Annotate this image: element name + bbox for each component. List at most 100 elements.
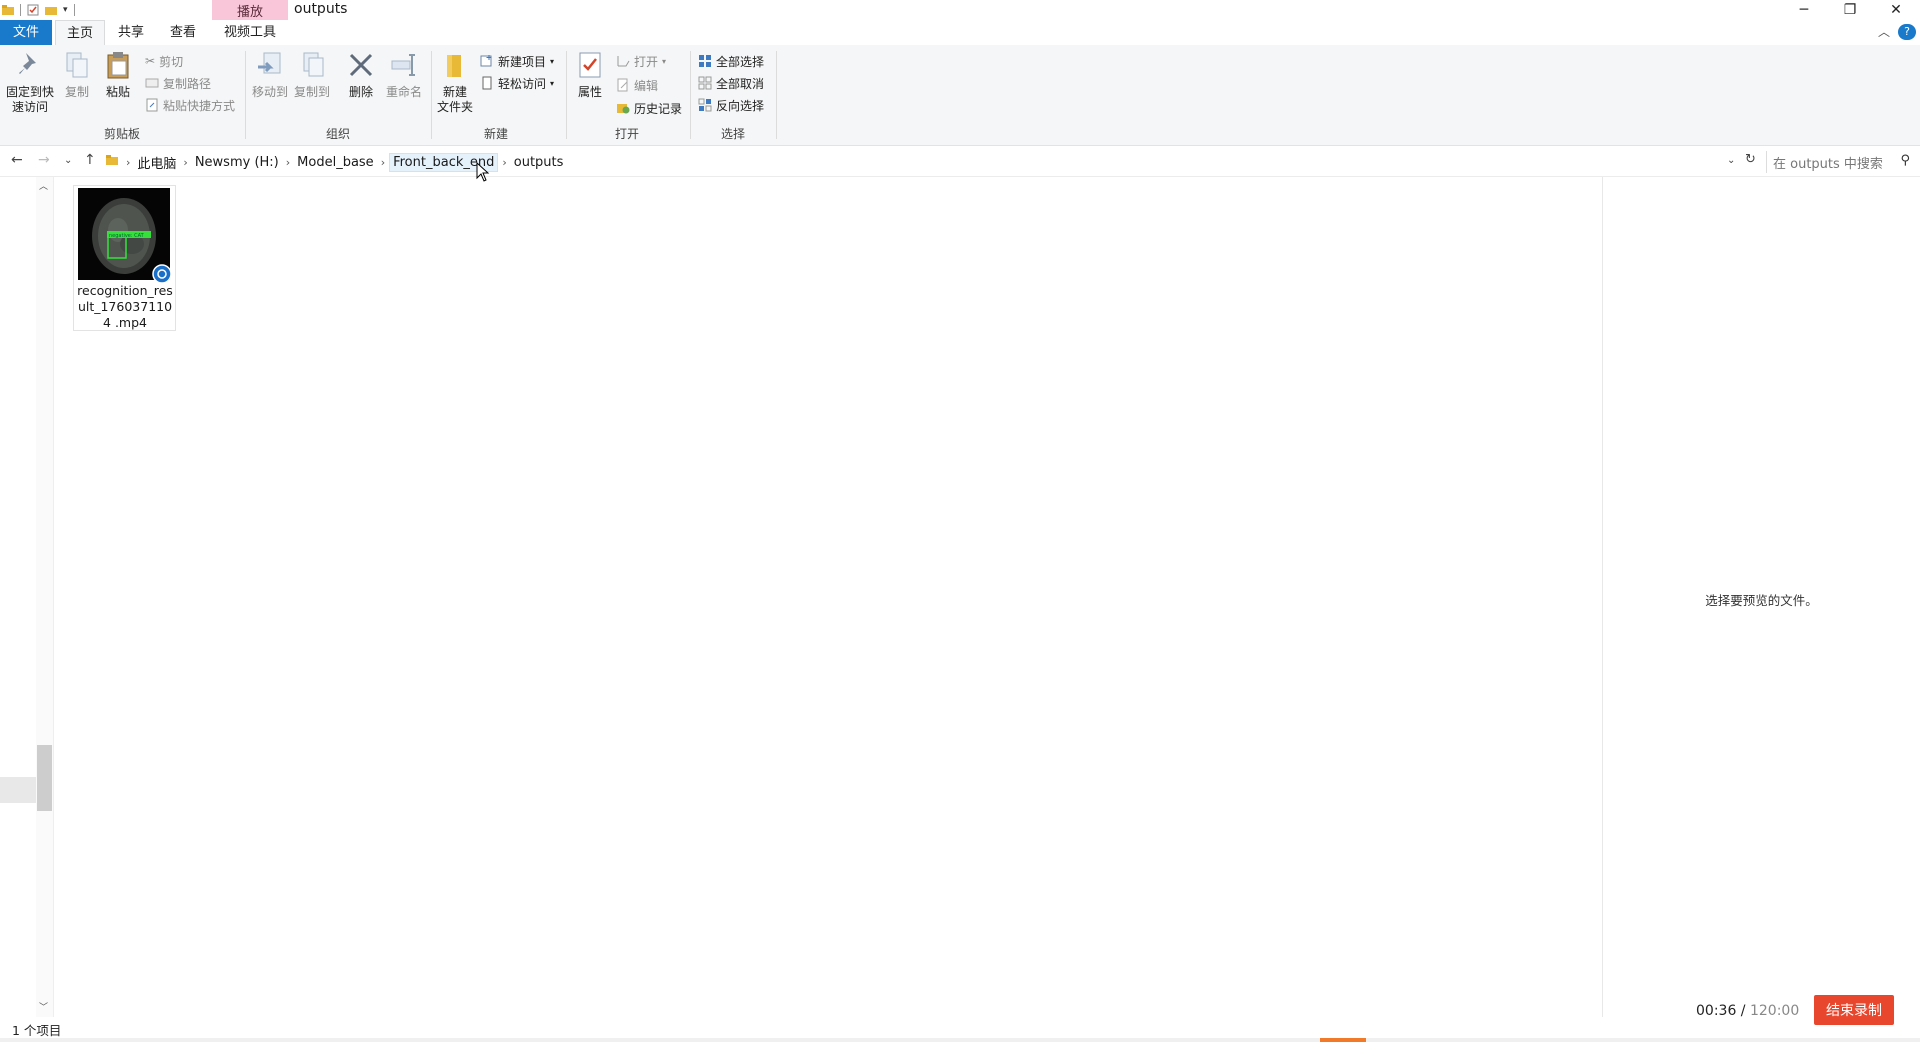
breadcrumb-separator[interactable]: ›: [502, 156, 506, 169]
forward-arrow-icon[interactable]: →: [38, 152, 50, 168]
move-to-button[interactable]: 移动到: [250, 49, 290, 100]
recent-locations-icon[interactable]: ⌄: [64, 155, 72, 166]
paste-icon: [107, 52, 129, 79]
invert-selection-label: 反向选择: [716, 98, 765, 113]
easy-access-label: 轻松访问: [498, 76, 547, 91]
move-to-label: 移动到: [251, 85, 288, 99]
invert-selection-icon: [698, 98, 712, 112]
address-dropdown-icon[interactable]: ⌄: [1727, 155, 1735, 166]
properties-icon[interactable]: [27, 4, 39, 16]
breadcrumb: › 此电脑 › Newsmy (H:) › Model_base › Front…: [122, 152, 566, 172]
paste-label: 粘贴: [105, 85, 130, 99]
ribbon: 固定到快 速访问 复制 粘贴 ✂ 剪切 复制路径 粘贴快捷方式 剪贴板 移动到 …: [0, 45, 1920, 146]
select-all-button[interactable]: 全部选择: [698, 51, 764, 71]
up-arrow-icon[interactable]: ↑: [84, 152, 96, 168]
move-to-icon: [258, 52, 281, 74]
nav-pane-highlight: [0, 777, 36, 803]
stop-recording-button[interactable]: 结束录制: [1814, 995, 1894, 1025]
refresh-icon[interactable]: ↻: [1745, 152, 1756, 167]
rename-button[interactable]: 重命名: [384, 49, 424, 100]
dropdown-icon: ▾: [662, 56, 667, 66]
edit-button[interactable]: 编辑: [616, 75, 658, 95]
dropdown-icon: ▾: [550, 78, 555, 88]
scissors-icon: ✂: [145, 54, 156, 68]
copy-to-label: 复制到: [293, 85, 330, 99]
copy-to-button[interactable]: 复制到: [292, 49, 332, 100]
open-group-label: 打开: [614, 127, 639, 141]
collapse-ribbon-icon[interactable]: ︿: [1874, 20, 1894, 45]
taskbar-edge: [0, 1038, 1920, 1042]
tab-share[interactable]: 共享: [108, 20, 154, 45]
paste-shortcut-button[interactable]: 粘贴快捷方式: [145, 95, 235, 115]
delete-button[interactable]: 删除: [344, 49, 378, 100]
window-title: outputs: [294, 1, 348, 17]
new-group-label: 新建: [483, 127, 508, 141]
edit-label: 编辑: [634, 78, 659, 93]
scrollbar-thumb[interactable]: [37, 745, 52, 811]
breadcrumb-model-base[interactable]: Model_base: [294, 154, 377, 171]
minimize-button[interactable]: ─: [1781, 0, 1827, 20]
easy-access-button[interactable]: 轻松访问 ▾: [480, 73, 554, 93]
select-all-label: 全部选择: [716, 54, 765, 69]
qat-dropdown-icon[interactable]: ▾: [63, 5, 68, 15]
search-box[interactable]: 在 outputs 中搜索 ⚲: [1766, 151, 1916, 173]
new-item-icon: [480, 55, 492, 67]
pin-quick-access-button[interactable]: 固定到快 速访问: [4, 49, 56, 115]
history-button[interactable]: 历史记录: [616, 98, 682, 118]
file-name[interactable]: recognition_res ult_1760371104 .mp4: [76, 283, 174, 331]
copy-button[interactable]: 复制: [60, 49, 94, 100]
new-item-button[interactable]: 新建项目 ▾: [480, 51, 554, 71]
qat-divider: [20, 4, 21, 16]
close-button[interactable]: ✕: [1873, 0, 1919, 20]
scroll-up-icon[interactable]: ︿: [39, 179, 48, 192]
restore-button[interactable]: ❐: [1827, 0, 1873, 20]
breadcrumb-separator[interactable]: ›: [286, 156, 290, 169]
delete-icon: [349, 53, 373, 77]
new-folder-label-line1: 新建: [442, 85, 467, 99]
rename-label: 重命名: [385, 85, 422, 99]
properties-button[interactable]: 属性: [572, 49, 608, 100]
breadcrumb-separator[interactable]: ›: [381, 156, 385, 169]
new-folder-button[interactable]: 新建 文件夹: [434, 49, 476, 115]
copy-path-label: 复制路径: [163, 76, 212, 91]
item-count: 1 个项目: [12, 1023, 62, 1038]
nav-scrollbar[interactable]: ︿ ﹀: [36, 177, 54, 1017]
tab-file[interactable]: 文件: [0, 20, 52, 45]
quick-access-toolbar: ▾: [0, 0, 75, 20]
breadcrumb-drive[interactable]: Newsmy (H:): [192, 154, 282, 171]
cut-button[interactable]: ✂ 剪切: [145, 51, 183, 71]
breadcrumb-this-pc[interactable]: 此电脑: [134, 152, 179, 173]
help-icon[interactable]: ?: [1898, 24, 1916, 40]
tab-home[interactable]: 主页: [55, 20, 105, 46]
select-none-label: 全部取消: [716, 76, 765, 91]
breadcrumb-separator[interactable]: ›: [183, 156, 187, 169]
properties-label: 属性: [577, 85, 602, 99]
scroll-down-icon[interactable]: ﹀: [39, 1000, 48, 1013]
history-icon: [617, 104, 630, 114]
new-folder-icon: [447, 55, 461, 77]
select-none-button[interactable]: 全部取消: [698, 73, 764, 93]
select-group-label: 选择: [720, 127, 745, 141]
paste-shortcut-icon: [146, 98, 158, 112]
recording-total: 120:00: [1749, 1003, 1800, 1019]
copy-path-button[interactable]: 复制路径: [145, 73, 211, 93]
tab-view[interactable]: 查看: [160, 20, 206, 45]
breadcrumb-outputs[interactable]: outputs: [511, 154, 567, 171]
paste-button[interactable]: 粘贴: [100, 49, 136, 100]
folder-icon: [2, 5, 14, 15]
recording-elapsed: 00:36 /: [1696, 1003, 1746, 1019]
context-tab-play[interactable]: 播放: [212, 0, 288, 20]
easy-access-icon: [482, 76, 492, 90]
open-icon: [617, 56, 630, 67]
tab-video-tools[interactable]: 视频工具: [212, 20, 288, 45]
group-divider: [776, 51, 777, 139]
properties-icon: [579, 52, 601, 78]
pin-icon: [19, 53, 36, 74]
copy-to-icon: [303, 52, 324, 77]
folder-icon: [106, 155, 118, 165]
invert-selection-button[interactable]: 反向选择: [698, 95, 764, 115]
new-folder-icon[interactable]: [45, 4, 57, 16]
copy-path-icon: [145, 78, 159, 88]
back-arrow-icon[interactable]: ←: [11, 152, 23, 168]
open-button[interactable]: 打开 ▾: [616, 51, 666, 71]
